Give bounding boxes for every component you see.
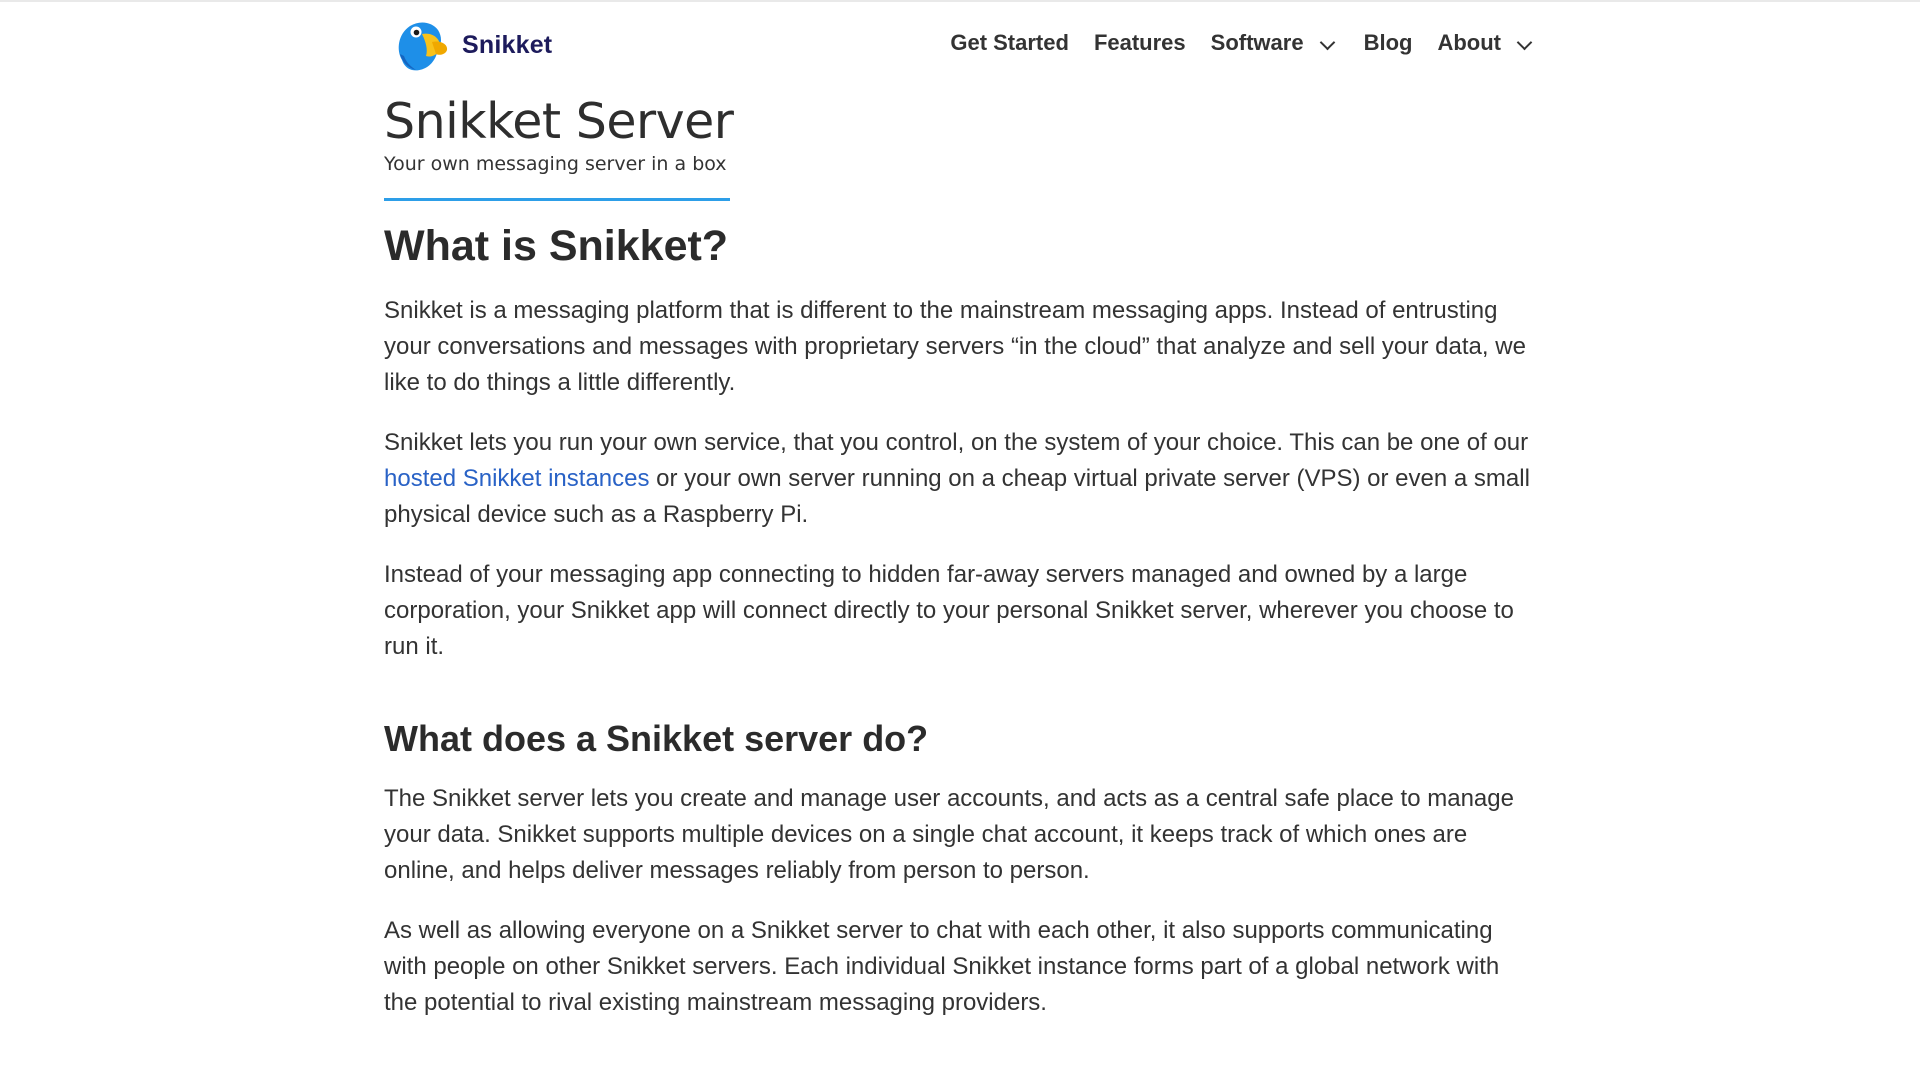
paragraph: Snikket lets you run your own service, t… — [384, 425, 1534, 533]
nav-software-label: Software — [1210, 30, 1304, 55]
paragraph-text: Snikket lets you run your own service, t… — [384, 429, 1529, 456]
hosted-instances-link[interactable]: hosted Snikket instances — [384, 465, 650, 492]
nav-features[interactable]: Features — [1094, 30, 1186, 56]
parrot-logo-icon — [398, 22, 448, 71]
section-what-is-snikket: What is Snikket? Snikket is a messaging … — [384, 221, 1536, 665]
paragraph: As well as allowing everyone on a Snikke… — [384, 917, 1500, 1016]
brand-name: Snikket — [462, 30, 553, 59]
nav-get-started[interactable]: Get Started — [950, 30, 1069, 56]
nav-about-dropdown[interactable]: About — [1437, 30, 1533, 56]
nav-blog-label: Blog — [1363, 30, 1413, 55]
page-title-block: Snikket Server Your own messaging server… — [384, 93, 1536, 201]
nav-get-started-label: Get Started — [950, 30, 1069, 55]
nav-features-label: Features — [1093, 30, 1186, 55]
nav-blog[interactable]: Blog — [1364, 30, 1413, 56]
chevron-down-icon — [1516, 34, 1533, 50]
chevron-down-icon — [1319, 34, 1335, 50]
brand-home-link[interactable]: Snikket — [392, 16, 552, 74]
main-content: What is Snikket? Snikket is a messaging … — [384, 221, 1536, 1021]
page-title: Snikket Server — [384, 93, 734, 150]
page-subtitle: Your own messaging server in a box — [384, 153, 727, 175]
section-what-does-server-do: What does a Snikket server do? The Snikk… — [384, 717, 1536, 1021]
paragraph: Snikket is a messaging platform that is … — [384, 297, 1526, 396]
paragraph: The Snikket server lets you create and m… — [384, 785, 1514, 884]
site-header: Snikket Get Started Features Software Bl… — [384, 0, 1536, 90]
title-underline — [384, 198, 730, 201]
section-heading: What is Snikket? — [384, 222, 729, 270]
main-nav: Get Started Features Software Blog About — [950, 30, 1536, 56]
nav-about-label: About — [1437, 30, 1501, 55]
page-container: Snikket Get Started Features Software Bl… — [384, 0, 1536, 1045]
section-heading: What does a Snikket server do? — [384, 718, 929, 759]
nav-software-dropdown[interactable]: Software — [1210, 30, 1335, 56]
paragraph: Instead of your messaging app connecting… — [384, 561, 1514, 660]
